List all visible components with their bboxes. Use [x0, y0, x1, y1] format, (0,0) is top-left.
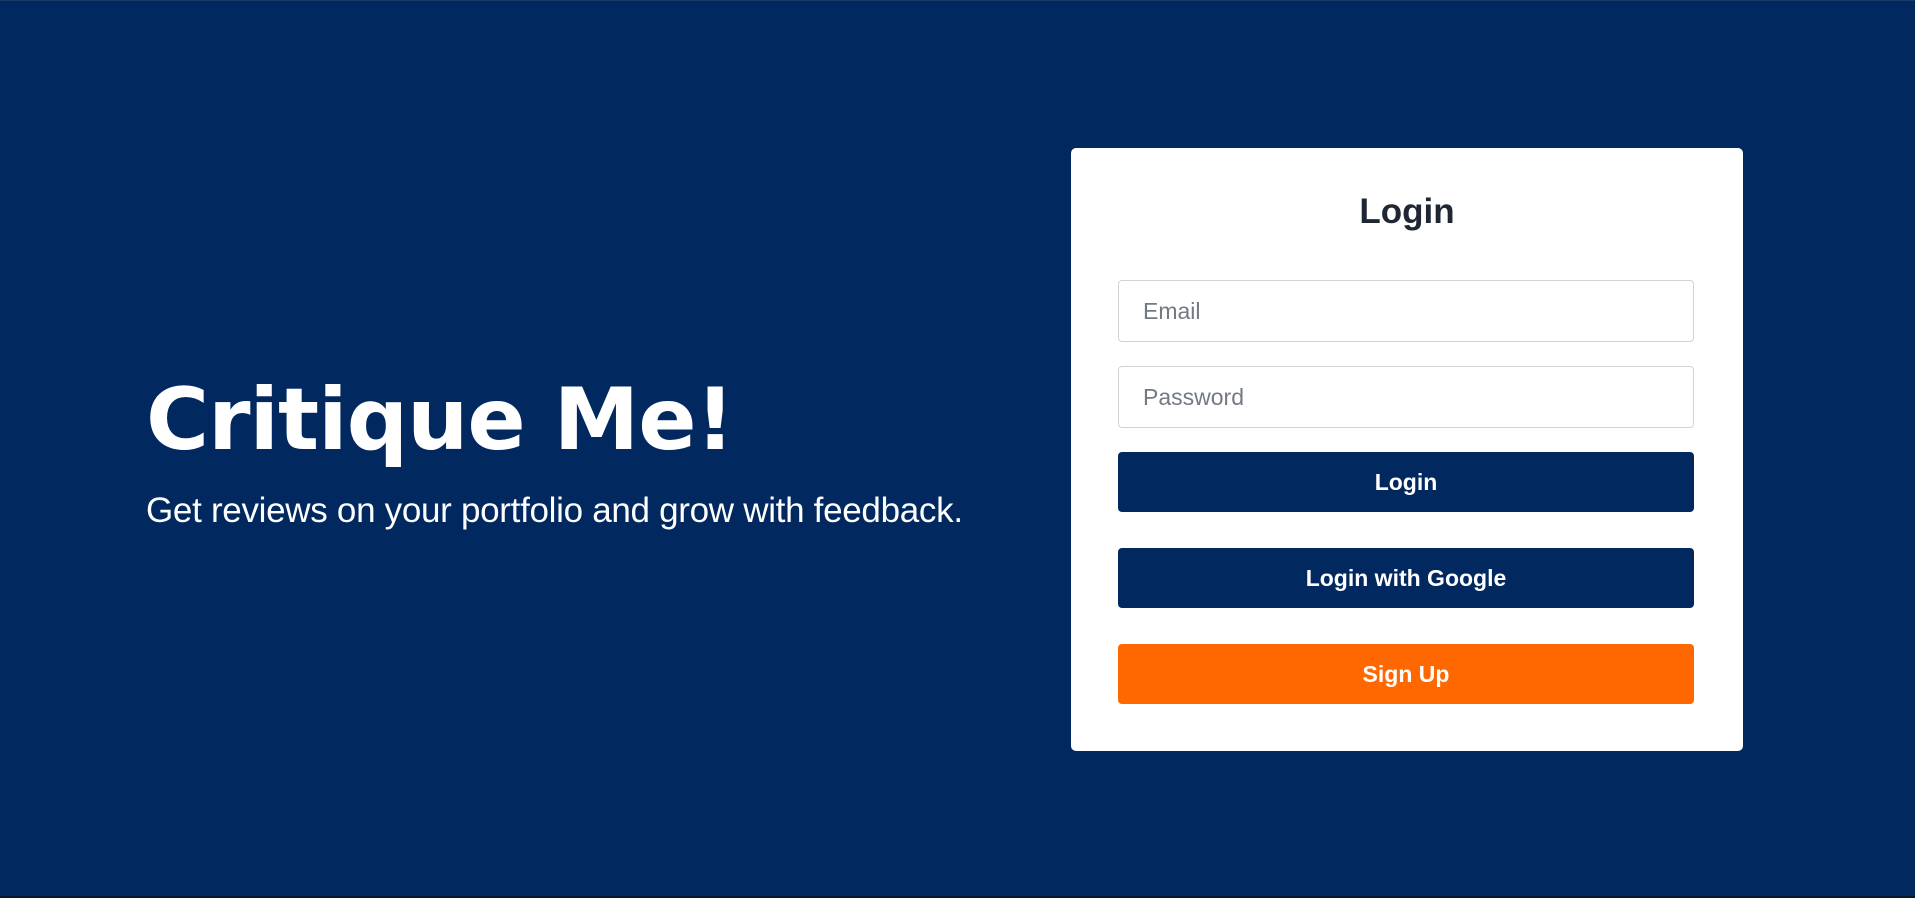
sign-up-button[interactable]: Sign Up: [1118, 644, 1694, 704]
hero-title: Critique Me!: [146, 370, 735, 470]
hero-section: Critique Me! Get reviews on your portfol…: [146, 370, 1046, 532]
login-card: Login Login Login with Google Sign Up: [1071, 148, 1743, 751]
login-button[interactable]: Login: [1118, 452, 1694, 512]
hero-subtitle: Get reviews on your portfolio and grow w…: [146, 491, 963, 530]
password-input[interactable]: [1118, 366, 1694, 428]
login-card-title: Login: [1359, 192, 1455, 231]
login-with-google-button[interactable]: Login with Google: [1118, 548, 1694, 608]
top-border: [0, 0, 1915, 1]
email-input[interactable]: [1118, 280, 1694, 342]
